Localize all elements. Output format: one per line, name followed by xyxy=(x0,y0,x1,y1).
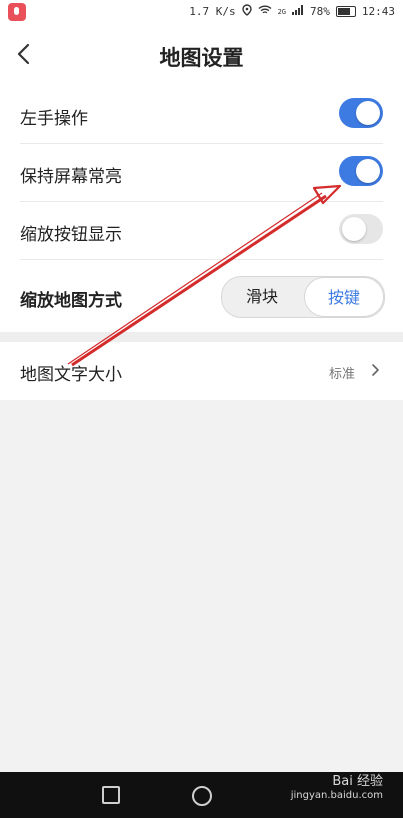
zoom-mode-label: 缩放地图方式 xyxy=(20,291,122,311)
location-icon xyxy=(241,4,252,19)
watermark-brand: Bai 经验 xyxy=(332,774,383,789)
zoom-mode-button-option[interactable]: 按键 xyxy=(304,277,384,317)
header: 地图设置 xyxy=(0,24,403,86)
battery-icon xyxy=(335,6,356,17)
zoom-mode-slider-option[interactable]: 滑块 xyxy=(222,277,302,317)
home-button[interactable] xyxy=(192,786,212,806)
settings-list: 左手操作 保持屏幕常亮 缩放按钮显示 缩放地图方式 滑块 按键 xyxy=(0,86,403,332)
left-hand-row: 左手操作 xyxy=(0,86,403,144)
keep-screen-on-row: 保持屏幕常亮 xyxy=(0,144,403,202)
page-title: 地图设置 xyxy=(159,46,244,70)
recents-button[interactable] xyxy=(102,786,120,804)
zoom-buttons-row: 缩放按钮显示 xyxy=(0,202,403,260)
map-font-size-value: 标准 xyxy=(328,367,355,382)
zoom-mode-row: 缩放地图方式 滑块 按键 xyxy=(0,276,403,334)
zoom-buttons-toggle[interactable] xyxy=(339,214,383,244)
signal-icon xyxy=(292,5,304,18)
watermark: Bai 经验 jingyan.baidu.com xyxy=(291,774,383,802)
clock: 12:43 xyxy=(361,5,395,18)
battery-percent: 78% xyxy=(310,5,330,18)
status-indicators: 1.7 K/s 2G 78% 12:43 xyxy=(189,4,395,19)
keep-screen-on-label: 保持屏幕常亮 xyxy=(20,167,122,187)
recorder-icon xyxy=(8,3,26,21)
left-hand-toggle[interactable] xyxy=(339,98,383,128)
toggle-knob xyxy=(356,101,380,125)
map-font-size-label: 地图文字大小 xyxy=(20,365,122,385)
network-speed: 1.7 K/s xyxy=(189,5,236,18)
keep-screen-on-toggle[interactable] xyxy=(339,156,383,186)
map-font-size-row[interactable]: 地图文字大小 标准 xyxy=(0,342,403,400)
chevron-right-icon xyxy=(367,362,383,378)
status-bar: 1.7 K/s 2G 78% 12:43 xyxy=(0,0,403,24)
watermark-url: jingyan.baidu.com xyxy=(290,789,383,801)
zoom-mode-segmented-control: 滑块 按键 xyxy=(221,276,385,318)
divider xyxy=(20,259,383,260)
toggle-knob xyxy=(342,217,366,241)
section-gap xyxy=(0,332,403,342)
toggle-knob xyxy=(356,159,380,183)
zoom-buttons-label: 缩放按钮显示 xyxy=(20,225,122,245)
left-hand-label: 左手操作 xyxy=(20,109,88,129)
wifi-icon xyxy=(258,5,272,18)
network-type: 2G xyxy=(277,7,286,16)
system-nav-bar: Bai 经验 jingyan.baidu.com xyxy=(0,772,403,818)
